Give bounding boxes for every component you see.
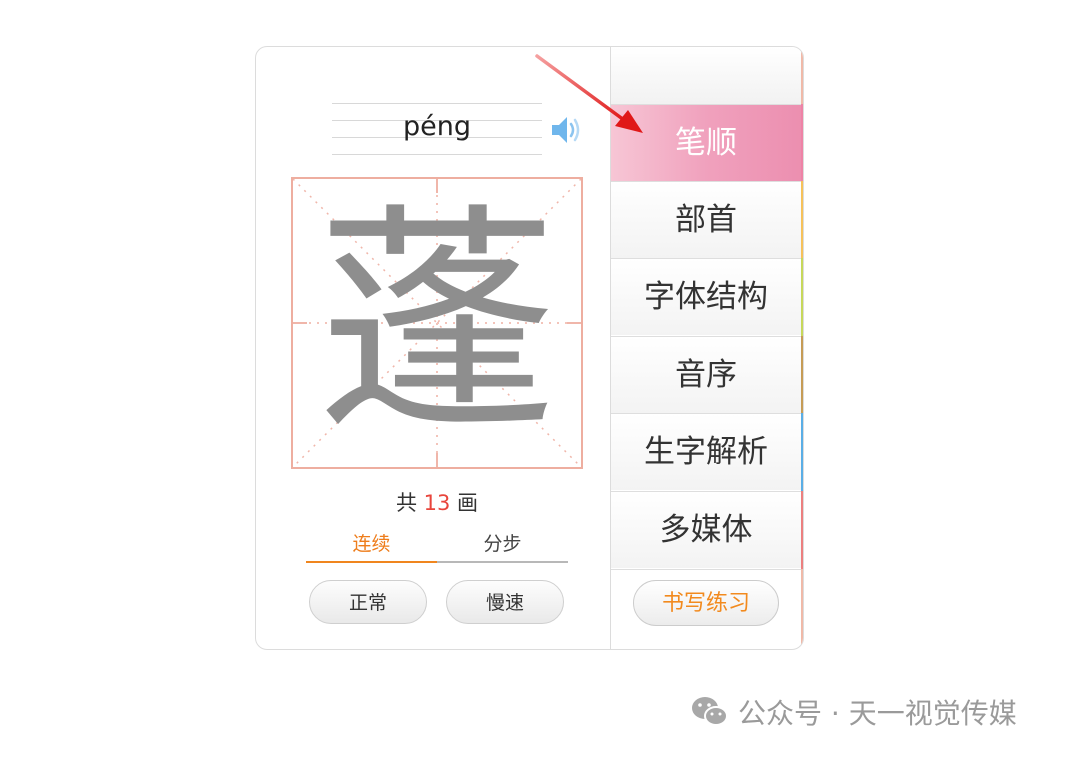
stroke-count-prefix: 共 <box>395 491 417 515</box>
wechat-icon <box>692 697 728 726</box>
feature-menu: 笔顺 部首 字体结构 音序 生字解析 多媒体 书写练习 <box>610 47 803 649</box>
menu-header <box>611 47 801 104</box>
strip-radical <box>801 181 803 258</box>
writing-practice-button[interactable]: 书写练习 <box>633 580 779 626</box>
watermark: 公众号 · 天一视觉传媒 <box>690 692 1017 732</box>
menu-item-structure[interactable]: 字体结构 <box>611 258 801 335</box>
tab-step[interactable]: 分步 <box>437 527 568 563</box>
menu-item-analysis[interactable]: 生字解析 <box>611 413 801 490</box>
strip-structure <box>801 258 803 336</box>
stroke-order-card: péng 蓬 共 13 画 连续 分步 正常 慢速 笔顺 部首 字体结构 音序 … <box>255 46 804 650</box>
strip-multimedia <box>801 491 803 569</box>
strip-stroke-order <box>801 104 803 181</box>
strip-analysis <box>801 413 803 491</box>
character-grid: 蓬 <box>291 177 583 469</box>
normal-speed-button[interactable]: 正常 <box>309 580 427 624</box>
slow-speed-button[interactable]: 慢速 <box>446 580 564 624</box>
menu-item-radical[interactable]: 部首 <box>611 181 801 258</box>
speaker-icon[interactable] <box>549 113 585 147</box>
stroke-count-number: 13 <box>423 491 451 515</box>
strip-phonetic-order <box>801 336 803 413</box>
stroke-count-suffix: 画 <box>457 491 479 515</box>
tab-continuous[interactable]: 连续 <box>306 527 437 563</box>
stroke-count: 共 13 画 <box>256 487 618 517</box>
pinyin-box: péng <box>332 103 542 155</box>
menu-item-stroke-order[interactable]: 笔顺 <box>611 104 801 181</box>
character-panel: péng 蓬 共 13 画 连续 分步 正常 慢速 <box>256 47 610 649</box>
stroke-animation-character: 蓬 <box>316 183 557 463</box>
pinyin-text: péng <box>402 111 471 142</box>
menu-item-multimedia[interactable]: 多媒体 <box>611 491 801 568</box>
watermark-text: 公众号 · 天一视觉传媒 <box>738 697 1017 730</box>
menu-item-phonetic-order[interactable]: 音序 <box>611 336 801 413</box>
mode-tabs: 连续 分步 <box>306 527 568 563</box>
